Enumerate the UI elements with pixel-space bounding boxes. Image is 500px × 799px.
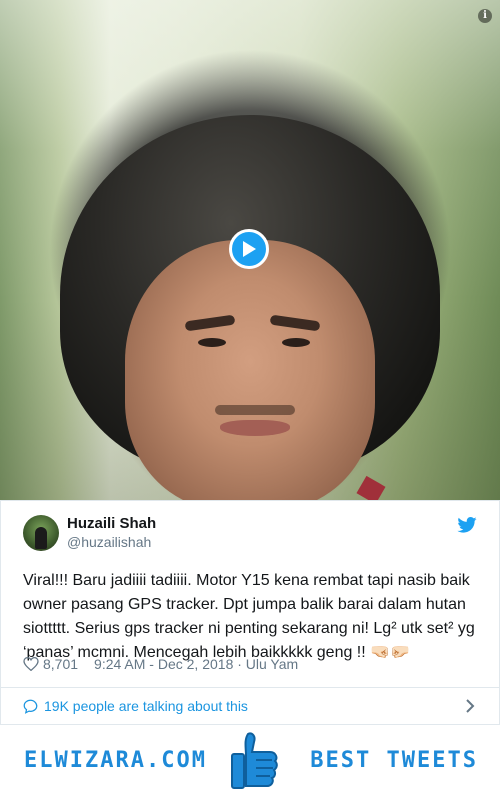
tweet-video[interactable]: i — [0, 0, 500, 500]
thumbs-up-icon — [226, 730, 280, 799]
mouth — [220, 420, 290, 436]
like-count[interactable]: 8,701 — [43, 656, 78, 672]
avatar[interactable] — [23, 515, 59, 551]
play-icon — [243, 241, 256, 257]
left-eye — [198, 338, 226, 347]
talking-text[interactable]: 19K people are talking about this — [44, 698, 248, 714]
info-icon[interactable]: i — [478, 9, 492, 23]
speech-bubble-icon — [23, 699, 38, 714]
right-eye — [282, 338, 310, 347]
best-tweets-text: BEST TWEETS — [310, 748, 478, 773]
face — [125, 240, 375, 500]
talking-link[interactable]: 19K people are talking about this — [1, 687, 499, 724]
tweet-author[interactable]: Huzaili Shah @huzailishah — [23, 515, 156, 551]
footer-banner: ELWIZARA.COM BEST TWEETS — [0, 726, 500, 796]
heart-icon[interactable] — [23, 657, 39, 671]
chevron-right-icon[interactable] — [465, 698, 475, 719]
author-name[interactable]: Huzaili Shah — [67, 515, 156, 533]
twitter-bird-icon[interactable] — [457, 517, 477, 538]
tweet-text: Viral!!! Baru jadiiii tadiiii. Motor Y15… — [23, 572, 475, 661]
tweet-meta: 8,701 9:24 AM - Dec 2, 2018 · Ulu Yam — [23, 656, 298, 672]
mustache — [215, 405, 295, 415]
tweet-card[interactable]: Huzaili Shah @huzailishah Viral!!! Baru … — [0, 500, 500, 725]
author-handle[interactable]: @huzailishah — [67, 533, 156, 551]
timestamp[interactable]: 9:24 AM - Dec 2, 2018 · Ulu Yam — [94, 656, 298, 672]
play-button[interactable] — [229, 229, 269, 269]
brand-text: ELWIZARA.COM — [24, 748, 207, 773]
